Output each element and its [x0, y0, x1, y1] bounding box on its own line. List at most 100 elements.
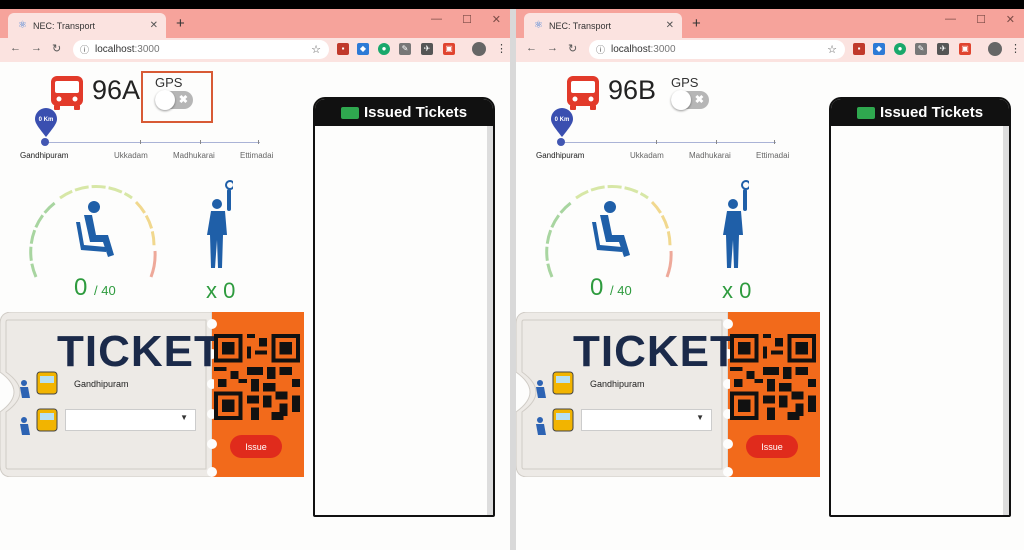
bookmark-star-icon[interactable]: ☆ — [311, 43, 321, 56]
issue-button[interactable]: Issue — [230, 435, 282, 458]
reload-icon[interactable]: ↻ — [52, 42, 61, 55]
extension-screenshot-icon[interactable]: ▣ — [959, 43, 971, 55]
issued-tickets-panel: Issued Tickets — [313, 97, 495, 517]
ticket-title: TICKET — [573, 327, 738, 376]
stop-label: Ettimadai — [756, 151, 790, 160]
location-marker-icon — [551, 108, 573, 137]
origin-stop: Gandhipuram — [590, 379, 645, 389]
standing-passenger-icon — [723, 180, 749, 268]
browser-menu-icon[interactable]: ⋮ — [496, 42, 507, 55]
panel-header: Issued Tickets — [831, 99, 1009, 126]
url-host: localhost — [95, 44, 135, 55]
new-tab-button[interactable]: + — [692, 15, 701, 32]
seat-gauge — [545, 184, 673, 278]
react-icon: ⚛ — [534, 20, 543, 31]
stop-tick — [716, 140, 717, 144]
browser-menu-icon[interactable]: ⋮ — [1010, 42, 1021, 55]
gps-label: GPS — [671, 75, 699, 90]
toggle-off-icon: ✖ — [694, 94, 704, 106]
stop-tick — [200, 140, 201, 144]
address-bar: ← → ↻ ⓘ localhost:3000 ☆ ▪ ◆ ● ✎ ✈ ▣ ⋮ — [0, 38, 510, 62]
route-progress-line — [561, 142, 776, 143]
tab-title: NEC: Transport — [548, 20, 611, 31]
back-icon[interactable]: ← — [10, 42, 21, 54]
stop-label: Madhukarai — [689, 151, 731, 160]
profile-avatar[interactable] — [472, 42, 486, 56]
stop-label: Ukkadam — [114, 151, 148, 160]
ticket-icon — [856, 106, 875, 119]
seat-capacity: / 40 — [94, 283, 116, 298]
bus-icon — [51, 76, 83, 110]
seated-count: 0 / 40 — [74, 274, 116, 301]
info-icon[interactable]: ⓘ — [80, 43, 89, 56]
maximize-icon[interactable]: ☐ — [462, 13, 472, 26]
new-tab-button[interactable]: + — [176, 15, 185, 32]
url-port: :3000 — [650, 44, 676, 55]
gps-highlight-box — [141, 71, 213, 123]
stop-tick — [140, 140, 141, 144]
standing-count: x 0 — [206, 278, 236, 303]
extension-pen-icon[interactable]: ✎ — [399, 43, 411, 55]
back-icon[interactable]: ← — [526, 42, 537, 54]
close-tab-icon[interactable]: ✕ — [150, 20, 158, 31]
minimize-icon[interactable]: — — [945, 13, 956, 25]
profile-avatar[interactable] — [988, 42, 1002, 56]
maximize-icon[interactable]: ☐ — [976, 13, 986, 26]
extension-grammarly-icon[interactable]: ● — [894, 43, 906, 55]
browser-window-right: ⚛ NEC: Transport ✕ + — ☐ ✕ ← → ↻ ⓘ local… — [516, 9, 1024, 550]
qr-code — [214, 334, 300, 420]
panel-scrollbar[interactable] — [1003, 126, 1009, 515]
info-icon[interactable]: ⓘ — [596, 43, 605, 56]
close-window-icon[interactable]: ✕ — [1006, 13, 1015, 26]
forward-icon[interactable]: → — [31, 42, 42, 54]
route-progress-line — [45, 142, 260, 143]
distance-label: 0 Km — [554, 117, 570, 123]
extension-plane-icon[interactable]: ✈ — [421, 43, 433, 55]
browser-tab[interactable]: ⚛ NEC: Transport ✕ — [8, 13, 166, 38]
url-input[interactable]: ⓘ localhost:3000 ☆ — [589, 40, 845, 59]
reload-icon[interactable]: ↻ — [568, 42, 577, 55]
current-stop-dot — [557, 138, 565, 146]
tab-title: NEC: Transport — [32, 20, 95, 31]
stop-label: Madhukarai — [173, 151, 215, 160]
extension-abp-icon[interactable]: ▪ — [337, 43, 349, 55]
panel-title: Issued Tickets — [363, 104, 468, 121]
standing-count: x 0 — [722, 278, 752, 303]
destination-select[interactable]: ▼ — [581, 409, 712, 431]
close-tab-icon[interactable]: ✕ — [666, 20, 674, 31]
browser-tab[interactable]: ⚛ NEC: Transport ✕ — [524, 13, 682, 38]
issue-button[interactable]: Issue — [746, 435, 798, 458]
destination-select[interactable]: ▼ — [65, 409, 196, 431]
origin-stop: Gandhipuram — [74, 379, 129, 389]
extension-screenshot-icon[interactable]: ▣ — [443, 43, 455, 55]
extension-grammarly-icon[interactable]: ● — [378, 43, 390, 55]
panel-scrollbar[interactable] — [487, 126, 493, 515]
extension-abp-icon[interactable]: ▪ — [853, 43, 865, 55]
url-input[interactable]: ⓘ localhost:3000 ☆ — [73, 40, 329, 59]
chevron-down-icon: ▼ — [696, 413, 704, 422]
url-host: localhost — [611, 44, 651, 55]
distance-label: 0 Km — [38, 117, 54, 123]
panel-title: Issued Tickets — [879, 104, 984, 121]
minimize-icon[interactable]: — — [431, 13, 442, 25]
chevron-down-icon: ▼ — [180, 413, 188, 422]
stop-tick — [258, 140, 259, 144]
stop-label: Ettimadai — [240, 151, 274, 160]
stop-tick — [774, 140, 775, 144]
route-number: 96B — [608, 75, 657, 105]
close-window-icon[interactable]: ✕ — [492, 13, 501, 26]
forward-icon[interactable]: → — [547, 42, 558, 54]
bookmark-star-icon[interactable]: ☆ — [827, 43, 837, 56]
gps-toggle[interactable]: ✖ — [671, 90, 709, 110]
react-icon: ⚛ — [18, 20, 27, 31]
extension-plane-icon[interactable]: ✈ — [937, 43, 949, 55]
extension-diamond-icon[interactable]: ◆ — [873, 43, 885, 55]
extension-diamond-icon[interactable]: ◆ — [357, 43, 369, 55]
extension-pen-icon[interactable]: ✎ — [915, 43, 927, 55]
address-bar: ← → ↻ ⓘ localhost:3000 ☆ ▪ ◆ ● ✎ ✈ ▣ ⋮ — [516, 38, 1024, 62]
ticket-icon — [340, 106, 359, 119]
seat-capacity: / 40 — [610, 283, 632, 298]
panel-header: Issued Tickets — [315, 99, 493, 126]
browser-window-left: ⚛ NEC: Transport ✕ + — ☐ ✕ ← → ↻ ⓘ local… — [0, 9, 510, 550]
title-bar: ⚛ NEC: Transport ✕ + — ☐ ✕ — [516, 9, 1024, 38]
